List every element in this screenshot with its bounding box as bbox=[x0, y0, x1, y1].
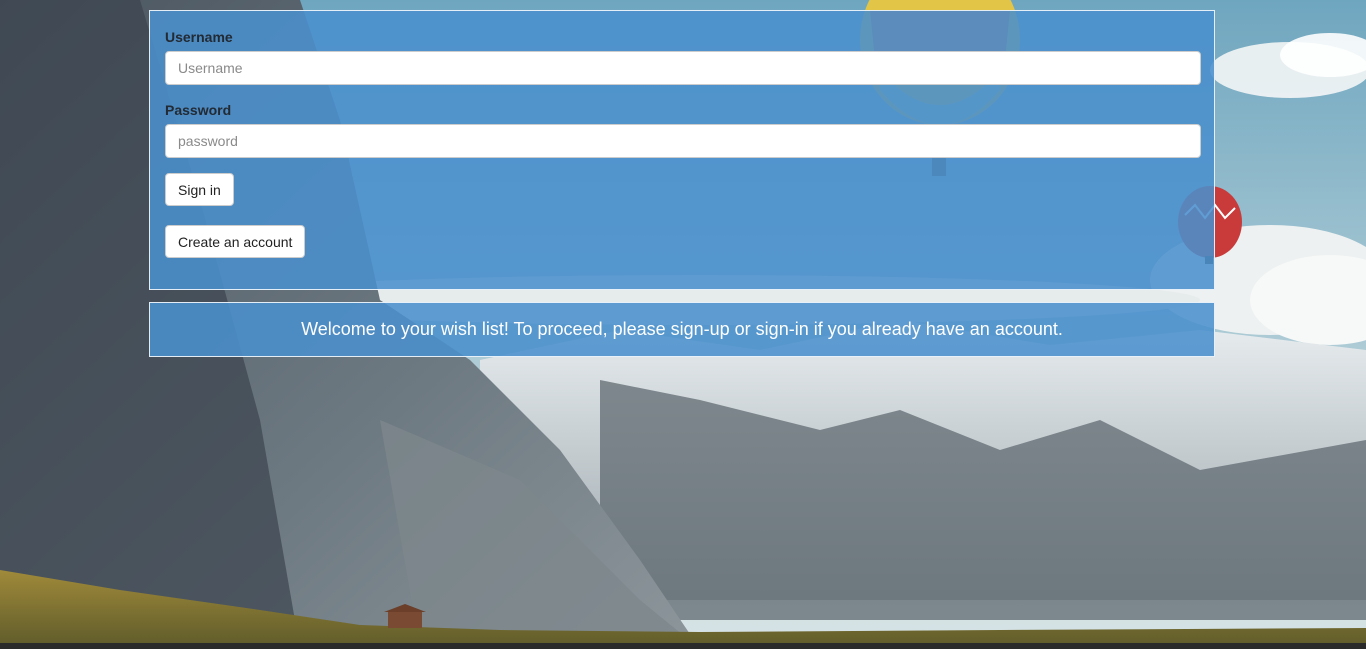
bottom-edge-bar bbox=[0, 643, 1366, 649]
welcome-banner: Welcome to your wish list! To proceed, p… bbox=[149, 302, 1215, 357]
login-panel: Username Password Sign in Create an acco… bbox=[149, 10, 1215, 290]
password-input[interactable] bbox=[165, 124, 1201, 158]
sign-in-button[interactable]: Sign in bbox=[165, 173, 234, 206]
create-account-button[interactable]: Create an account bbox=[165, 225, 306, 258]
username-label: Username bbox=[165, 29, 233, 45]
welcome-message: Welcome to your wish list! To proceed, p… bbox=[301, 319, 1063, 339]
username-input[interactable] bbox=[165, 51, 1201, 85]
password-label: Password bbox=[165, 102, 232, 118]
